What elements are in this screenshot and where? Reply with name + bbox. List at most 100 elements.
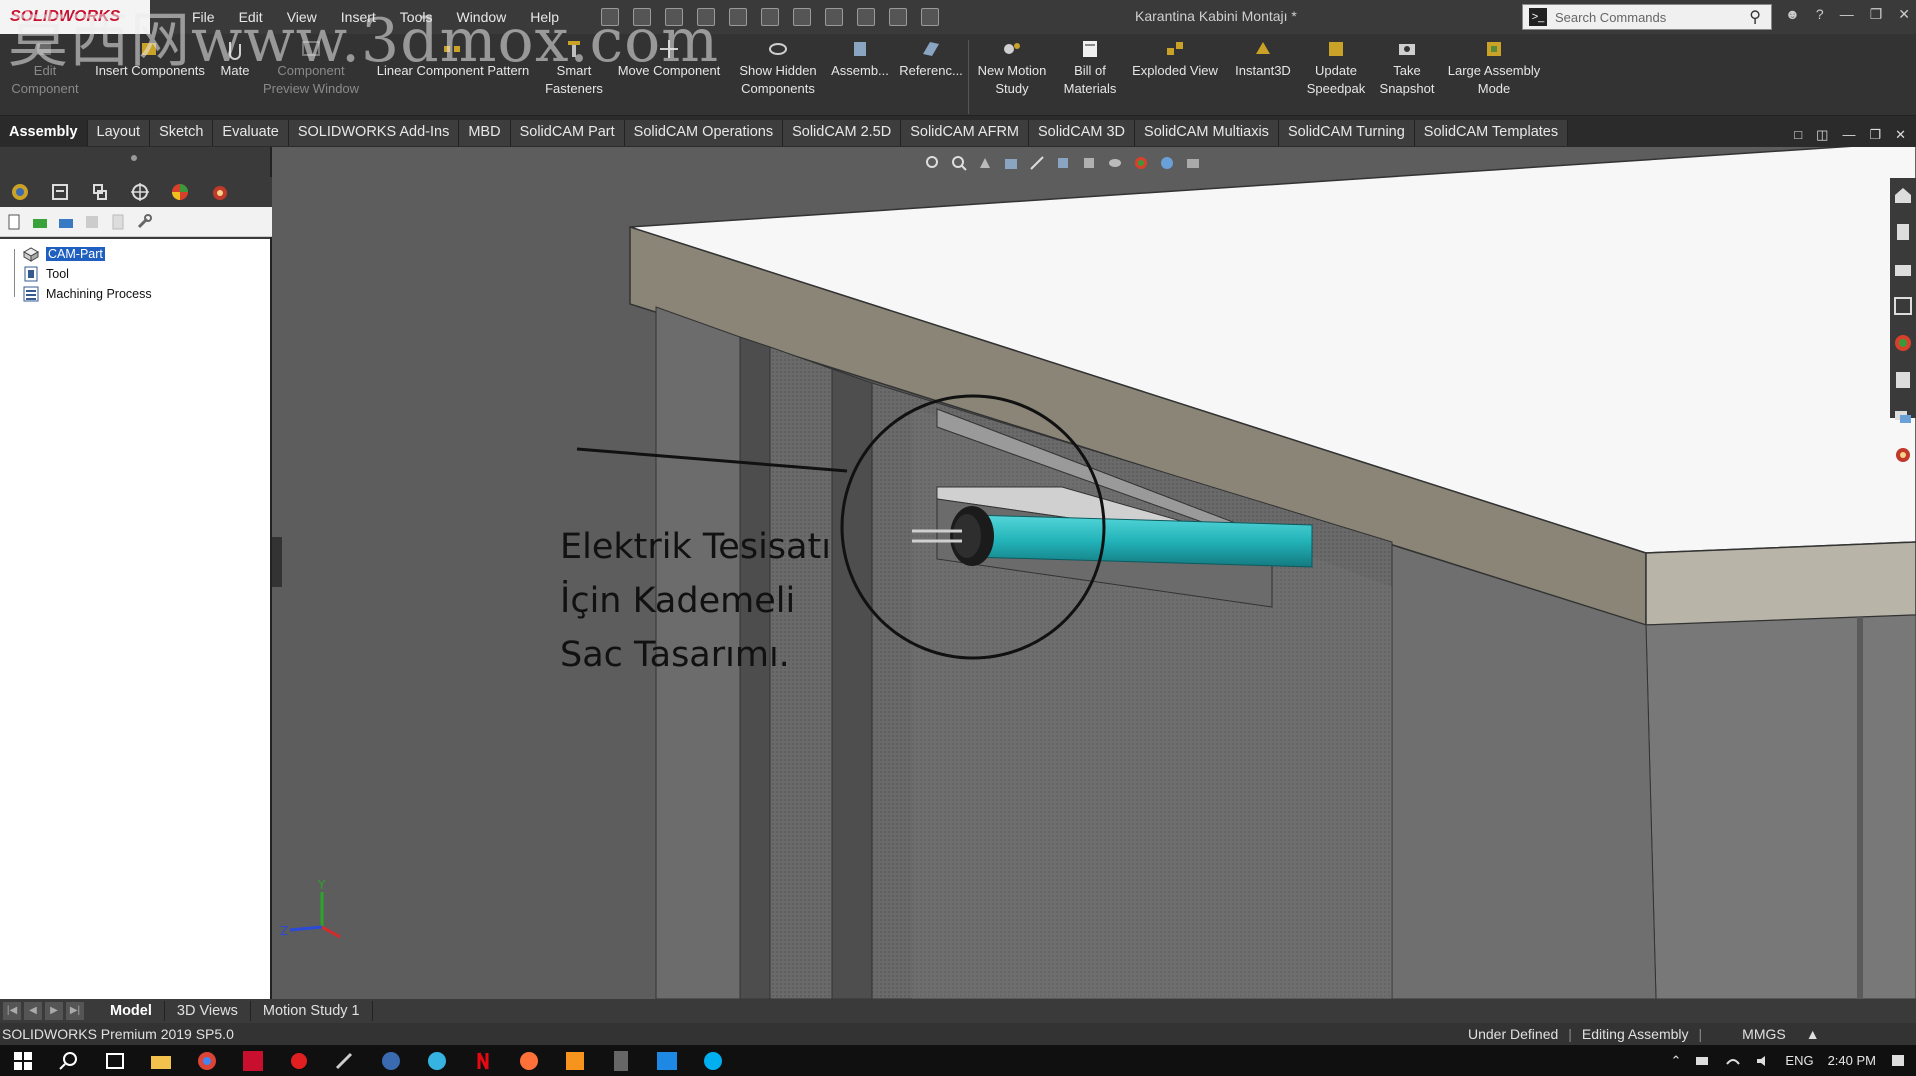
tree-item-tool[interactable]: Tool <box>22 265 69 283</box>
solidworks-forum-icon[interactable] <box>1892 406 1914 428</box>
language-indicator[interactable]: ENG <box>1785 1053 1813 1068</box>
previous-view-icon[interactable] <box>977 155 993 171</box>
menu-insert[interactable]: Insert <box>329 9 388 25</box>
recorder-icon[interactable] <box>287 1050 311 1072</box>
save-icon[interactable] <box>729 8 748 26</box>
linear-component-pattern-button[interactable]: Linear Component Pattern <box>368 38 538 80</box>
tab-solidcam-multiaxis[interactable]: SolidCAM Multiaxis <box>1135 120 1279 146</box>
windows-start-icon[interactable] <box>11 1050 35 1072</box>
options-gear-icon[interactable] <box>921 8 940 26</box>
tab-assembly[interactable]: Assembly <box>0 120 88 146</box>
tab-sketch[interactable]: Sketch <box>150 120 214 146</box>
menu-help[interactable]: Help <box>518 9 571 25</box>
design-library-icon[interactable] <box>1892 221 1914 243</box>
view-palette-icon[interactable] <box>1892 295 1914 317</box>
mate-button[interactable]: Mate <box>214 38 256 80</box>
zoom-area-icon[interactable] <box>951 155 967 171</box>
edit-component-button[interactable]: Edit Component <box>4 38 86 98</box>
pen-tool-icon[interactable] <box>333 1050 357 1072</box>
solidworks-logo[interactable]: SOLIDWORKS <box>0 0 150 34</box>
view-settings-icon[interactable] <box>1185 155 1201 171</box>
assembly-features-button[interactable]: Assemb... <box>828 38 892 80</box>
file-properties-icon[interactable] <box>889 8 908 26</box>
custom-properties-icon[interactable] <box>1892 369 1914 391</box>
open-green-folder-icon[interactable] <box>32 214 48 230</box>
globe-app-icon[interactable] <box>379 1050 403 1072</box>
tab-feature-manager[interactable] <box>0 177 40 207</box>
viewport-close-icon[interactable]: ✕ <box>1895 127 1906 143</box>
solidworks-taskbar-icon[interactable] <box>241 1050 265 1072</box>
tab-solidworks-add-ins[interactable]: SOLIDWORKS Add-Ins <box>288 120 460 146</box>
solidcam-task-icon[interactable] <box>1892 443 1914 465</box>
tab-configuration-manager[interactable] <box>80 177 120 207</box>
restore-icon[interactable]: ❐ <box>1870 6 1883 23</box>
move-component-button[interactable]: Move Component <box>610 38 728 80</box>
wifi-icon[interactable] <box>1725 1054 1741 1068</box>
smart-fasteners-button[interactable]: Smart Fasteners <box>540 38 608 98</box>
chrome-icon[interactable] <box>195 1050 219 1072</box>
file-explorer-icon[interactable] <box>1892 258 1914 280</box>
bill-of-materials-button[interactable]: Bill of Materials <box>1056 38 1124 98</box>
tab-solidcam-templates[interactable]: SolidCAM Templates <box>1414 120 1569 146</box>
edit-appearance-icon[interactable] <box>1133 155 1149 171</box>
tab-solidcam-operations[interactable]: SolidCAM Operations <box>624 120 784 146</box>
home-icon[interactable] <box>633 8 652 26</box>
tab-mbd[interactable]: MBD <box>459 120 511 146</box>
minimize-icon[interactable]: — <box>1840 6 1854 23</box>
appearances-icon[interactable] <box>1892 332 1914 354</box>
firefox-icon[interactable] <box>517 1050 541 1072</box>
unit-system[interactable]: MMGS <box>1742 1026 1786 1042</box>
next-tab-icon[interactable]: ▶ <box>45 1002 63 1020</box>
new-file-icon[interactable] <box>6 214 22 230</box>
display-style-icon[interactable] <box>1081 155 1097 171</box>
search-icon[interactable]: ⚲ <box>1749 7 1761 27</box>
remote-desktop-icon[interactable] <box>655 1050 679 1072</box>
tree-item-cam-part[interactable]: CAM-Part <box>22 245 105 263</box>
tab-evaluate[interactable]: Evaluate <box>213 120 289 146</box>
search-icon[interactable] <box>57 1050 81 1072</box>
clock[interactable]: 2:40 PM <box>1828 1053 1876 1068</box>
tab-3d-views[interactable]: 3D Views <box>165 1001 251 1021</box>
tab-display-manager[interactable] <box>160 177 200 207</box>
viewport-minimize-icon[interactable]: — <box>1842 127 1855 143</box>
instant3d-button[interactable]: Instant3D <box>1228 38 1298 80</box>
volume-icon[interactable] <box>1755 1054 1771 1068</box>
tab-model[interactable]: Model <box>98 1001 165 1021</box>
close-icon[interactable]: ✕ <box>1898 6 1910 23</box>
action-center-icon[interactable] <box>1890 1054 1906 1068</box>
tab-property-manager[interactable] <box>40 177 80 207</box>
show-hidden-icons-icon[interactable]: ⌃ <box>1671 1053 1682 1069</box>
pane-handle-dot[interactable] <box>131 155 137 161</box>
user-icon[interactable]: ☻ <box>1785 6 1800 23</box>
viewport-restore-icon[interactable]: ❐ <box>1869 127 1881 143</box>
new-document-icon[interactable] <box>665 8 684 26</box>
hide-show-items-icon[interactable] <box>1107 155 1123 171</box>
save-disabled-icon[interactable] <box>84 214 100 230</box>
reference-geometry-button[interactable]: Referenc... <box>896 38 966 80</box>
update-speedpak-button[interactable]: Update Speedpak <box>1302 38 1370 98</box>
select-arrow-icon[interactable] <box>825 8 844 26</box>
netflix-icon[interactable] <box>471 1050 495 1072</box>
document-disabled-icon[interactable] <box>110 214 126 230</box>
dynamic-annotation-icon[interactable] <box>1029 155 1045 171</box>
file-explorer-icon[interactable] <box>149 1050 173 1072</box>
graphics-area[interactable]: Y Z Elektrik Tesisatı İçin Kademeli Sac … <box>272 147 1916 999</box>
first-tab-icon[interactable]: |◀ <box>3 1002 21 1020</box>
pin-icon[interactable] <box>601 8 620 26</box>
menu-file[interactable]: File <box>180 9 227 25</box>
rebuild-icon[interactable] <box>857 8 876 26</box>
browser-app-icon[interactable] <box>425 1050 449 1072</box>
tab-solidcam-turning[interactable]: SolidCAM Turning <box>1278 120 1415 146</box>
section-view-icon[interactable] <box>1003 155 1019 171</box>
menu-tools[interactable]: Tools <box>388 9 445 25</box>
tab-solidcam-part[interactable]: SolidCAM Part <box>510 120 625 146</box>
office-app-icon[interactable] <box>563 1050 587 1072</box>
tab-solidcam-2-5d[interactable]: SolidCAM 2.5D <box>783 120 902 146</box>
zoom-to-fit-icon[interactable] <box>925 155 941 171</box>
tab-solidcam-3d[interactable]: SolidCAM 3D <box>1029 120 1136 146</box>
resources-home-icon[interactable] <box>1892 184 1914 206</box>
tab-layout[interactable]: Layout <box>87 120 151 146</box>
wrench-icon[interactable] <box>136 213 152 230</box>
take-snapshot-button[interactable]: Take Snapshot <box>1374 38 1440 98</box>
tab-dimxpert-manager[interactable] <box>120 177 160 207</box>
